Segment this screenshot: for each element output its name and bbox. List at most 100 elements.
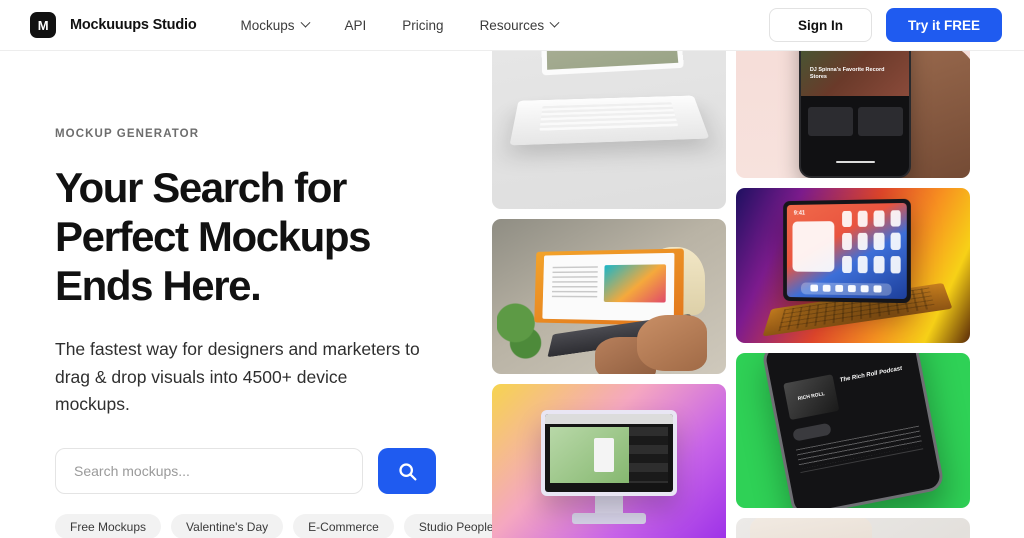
podcast-follow-button <box>791 422 832 442</box>
white-laptop-artwork <box>492 51 726 209</box>
phone-device: DJ Spinna's Favorite Record Stores <box>799 51 912 178</box>
app-icon <box>858 233 869 251</box>
app-icon <box>842 233 853 251</box>
site-header: M Mockuuups Studio Mockups API Pricing R… <box>0 0 1024 51</box>
person-arm <box>750 518 872 538</box>
nav-item-mockups[interactable]: Mockups <box>240 17 310 33</box>
ipad-screen: 9:41 <box>787 203 908 300</box>
phone-save-button <box>807 106 853 137</box>
imac-sidebar-list <box>629 426 668 483</box>
headline-line-1: Your Search for <box>55 164 347 211</box>
laptop-base <box>509 95 711 146</box>
chevron-down-icon <box>300 17 310 28</box>
gallery-column-left <box>492 51 726 538</box>
ipad-widget <box>793 221 836 273</box>
nav-item-api[interactable]: API <box>345 18 367 33</box>
gallery-card-ipad[interactable]: 9:41 <box>736 188 970 343</box>
ipad-artwork: 9:41 <box>736 188 970 343</box>
search-icon <box>398 463 417 481</box>
dock-icon <box>835 285 844 293</box>
desk-hand-right <box>637 315 708 371</box>
nav-label-mockups: Mockups <box>240 17 295 33</box>
tablet-in-hands-artwork <box>736 518 970 538</box>
laptop-screen <box>540 51 684 76</box>
imac-browser-bar <box>545 414 673 424</box>
dock-icon <box>822 285 832 293</box>
tag-chip-valentines-day[interactable]: Valentine's Day <box>171 514 284 538</box>
ipad-dock <box>801 283 893 296</box>
app-icon <box>890 233 902 251</box>
gallery-card-podcast-phone[interactable]: RICH ROLL The Rich Roll Podcast <box>736 353 970 508</box>
phone-share-button <box>857 106 904 137</box>
imac-hero-image <box>550 426 630 483</box>
search-input[interactable] <box>55 448 363 495</box>
nav-label-resources: Resources <box>479 17 545 33</box>
brand-logo[interactable]: M Mockuuups Studio <box>30 12 197 38</box>
tag-chip-e-commerce[interactable]: E-Commerce <box>293 514 394 538</box>
app-icon <box>858 210 869 228</box>
dock-icon <box>848 285 857 294</box>
nav-item-resources[interactable]: Resources <box>479 17 560 33</box>
tag-chip-row: Free Mockups Valentine's Day E-Commerce … <box>55 514 541 538</box>
chevron-down-icon <box>549 17 560 28</box>
app-icon <box>890 256 902 274</box>
imac-phone-inset <box>593 437 615 472</box>
phone-card-title: DJ Spinna's Favorite Record Stores <box>809 67 885 81</box>
imac-body <box>541 410 677 497</box>
imac-artwork <box>492 384 726 538</box>
app-icon <box>858 256 869 274</box>
gallery-column-right: DJ Spinna's Favorite Record Stores 9:41 … <box>736 51 970 538</box>
hero-section: MOCKUP GENERATOR Your Search for Perfect… <box>55 51 541 538</box>
app-icon <box>890 210 902 228</box>
desk-screen-image <box>603 264 667 303</box>
app-icon <box>842 210 853 228</box>
imac-screen <box>545 414 673 493</box>
app-icon <box>874 256 885 274</box>
podcast-title: The Rich Roll Podcast <box>839 366 903 384</box>
phone-button-row <box>807 106 904 137</box>
podcast-phone-artwork: RICH ROLL The Rich Roll Podcast <box>736 353 970 508</box>
logo-letter: M <box>37 17 49 33</box>
app-icon <box>842 256 853 274</box>
try-it-free-button[interactable]: Try it FREE <box>885 8 1002 42</box>
dock-icon <box>874 285 883 294</box>
app-icon <box>874 233 885 251</box>
podcast-phone-device: RICH ROLL The Rich Roll Podcast <box>760 353 946 508</box>
phone-in-hand-artwork: DJ Spinna's Favorite Record Stores <box>736 51 970 178</box>
nav-label-pricing: Pricing <box>402 17 444 33</box>
laptop-keyboard <box>540 102 679 131</box>
page-title: Your Search for Perfect Mockups Ends Her… <box>55 163 475 310</box>
search-row <box>55 448 475 495</box>
desk-screen-text-block <box>552 266 598 299</box>
gallery-card-white-laptop[interactable] <box>492 51 726 209</box>
header-actions: Sign In Try it FREE <box>768 8 1002 42</box>
mockup-gallery: DJ Spinna's Favorite Record Stores 9:41 … <box>492 51 1024 538</box>
nav-item-pricing[interactable]: Pricing <box>402 18 443 33</box>
dock-icon <box>810 285 819 293</box>
podcast-artwork-thumb: RICH ROLL <box>782 374 840 421</box>
desk-laptop-screen <box>542 253 676 322</box>
headline-line-3: Ends Here. <box>55 262 262 310</box>
gallery-card-phone-in-hand[interactable]: DJ Spinna's Favorite Record Stores <box>736 51 970 178</box>
gallery-card-desk-laptop[interactable] <box>492 219 726 374</box>
brand-name: Mockuuups Studio <box>70 17 197 33</box>
ipad-status-time: 9:41 <box>794 210 806 217</box>
search-submit-button[interactable] <box>378 448 436 495</box>
hero-subhead: The fastest way for designers and market… <box>55 339 420 414</box>
hero-eyebrow: MOCKUP GENERATOR <box>55 128 200 140</box>
gallery-card-imac[interactable] <box>492 384 726 538</box>
headline-line-2: Perfect Mockups <box>55 213 372 261</box>
tag-chip-free-mockups[interactable]: Free Mockups <box>55 514 162 538</box>
desk-laptop-artwork <box>492 219 726 374</box>
main-navigation: Mockups API Pricing Resources <box>240 17 560 33</box>
app-icon <box>874 210 885 228</box>
ipad-app-grid <box>842 210 902 274</box>
nav-label-api: API <box>344 17 367 33</box>
gallery-card-tablet-in-hands[interactable] <box>736 518 970 538</box>
sign-in-button[interactable]: Sign In <box>768 8 872 42</box>
logo-mark-icon: M <box>30 12 56 38</box>
imac-foot <box>571 512 647 525</box>
dock-icon <box>861 285 870 294</box>
landing-page: M Mockuuups Studio Mockups API Pricing R… <box>0 0 1024 538</box>
ipad-body: 9:41 <box>783 199 912 304</box>
